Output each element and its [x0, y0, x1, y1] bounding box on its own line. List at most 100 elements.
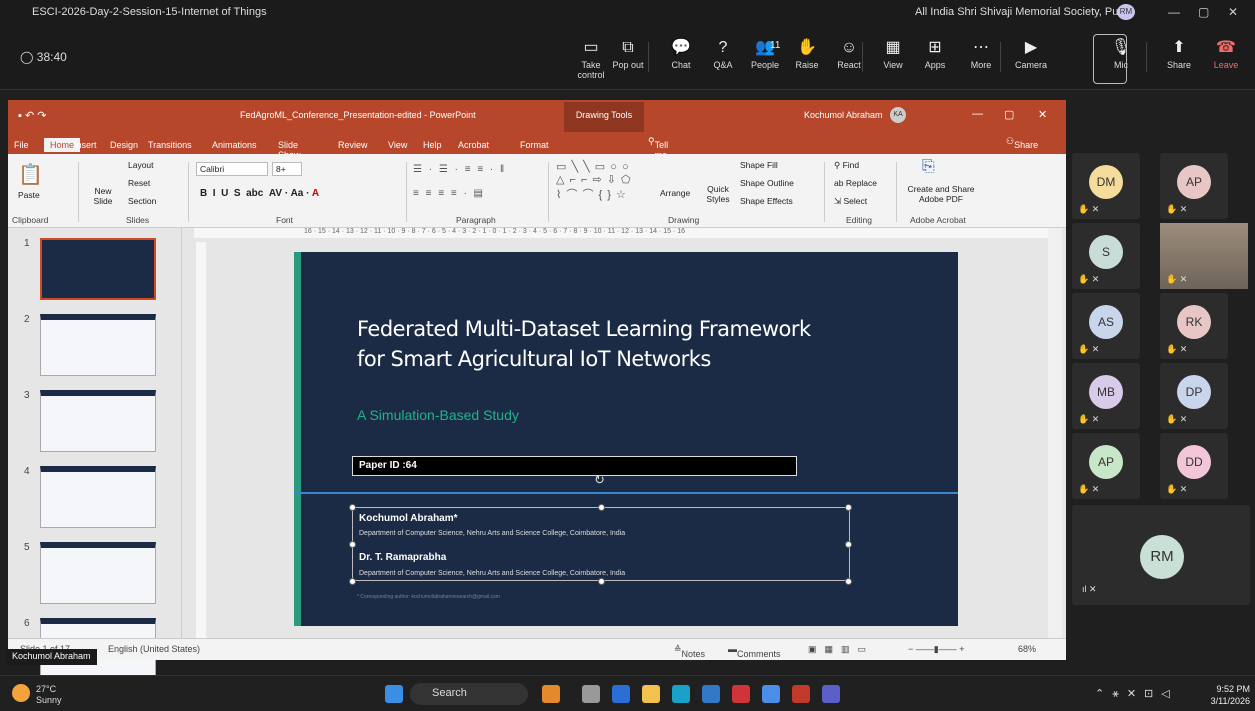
slide-thumbnail[interactable]	[40, 238, 156, 300]
weather-widget[interactable]: 27°C Sunny	[36, 684, 62, 706]
minimize-icon[interactable]: —	[1168, 5, 1180, 19]
tab-animations[interactable]: Animations	[212, 140, 257, 150]
participant-tile[interactable]: DP ✋ ✕	[1160, 363, 1228, 429]
shape-fill-button[interactable]: Shape Fill	[740, 160, 778, 170]
tab-format[interactable]: Format	[520, 140, 549, 150]
authors-textbox[interactable]: Kochumol Abraham* Department of Computer…	[349, 504, 852, 585]
slide-title[interactable]: Federated Multi-Dataset Learning Framewo…	[357, 314, 877, 374]
share-button[interactable]: ⬆ Share	[1158, 38, 1200, 70]
tab-view[interactable]: View	[388, 140, 407, 150]
slide-canvas[interactable]: Federated Multi-Dataset Learning Framewo…	[294, 252, 958, 626]
tab-design[interactable]: Design	[110, 140, 138, 150]
layout-button[interactable]: Layout	[128, 160, 154, 170]
create-pdf-button[interactable]: Create and Share Adobe PDF	[903, 184, 979, 204]
new-slide-button[interactable]: New Slide	[88, 186, 118, 206]
participant-tile[interactable]: AP ✋ ✕	[1160, 153, 1228, 219]
slide-thumbnail[interactable]	[40, 466, 156, 528]
slide-thumbnail[interactable]	[40, 542, 156, 604]
participant-tile[interactable]: MB ✋ ✕	[1072, 363, 1140, 429]
calendar-icon[interactable]	[702, 685, 720, 703]
teams-icon[interactable]	[822, 685, 840, 703]
font-name-select[interactable]: Calibri	[196, 162, 268, 176]
slide-thumbnail[interactable]	[40, 390, 156, 452]
zoom-slider[interactable]: − ——▮—— +	[908, 644, 964, 655]
raise-button[interactable]: ✋ Raise	[786, 38, 828, 70]
mic-button-outline[interactable]	[1093, 34, 1127, 84]
chrome-icon[interactable]	[762, 685, 780, 703]
taskbar-search[interactable]: Search	[410, 683, 528, 705]
tell-me-input[interactable]: ⚲ Tell me what you want to do	[648, 136, 674, 210]
resize-handle[interactable]	[349, 578, 356, 585]
participant-tile[interactable]: AP ✋ ✕	[1072, 433, 1140, 499]
find-button[interactable]: ⚲ Find	[834, 160, 859, 171]
resize-handle[interactable]	[349, 504, 356, 511]
shape-effects-button[interactable]: Shape Effects	[740, 196, 793, 206]
reset-button[interactable]: Reset	[128, 178, 150, 188]
notes-button[interactable]: ≙ Notes	[674, 644, 705, 659]
language-indicator[interactable]: English (United States)	[108, 644, 200, 654]
arrange-button[interactable]: Arrange	[660, 188, 690, 198]
resize-handle[interactable]	[845, 504, 852, 511]
task-view-icon[interactable]	[582, 685, 600, 703]
resize-handle[interactable]	[598, 504, 605, 511]
take-control-button[interactable]: ▭ Take control	[570, 38, 612, 80]
app-icon-l[interactable]	[732, 685, 750, 703]
participant-tile[interactable]: ✋ ✕	[1160, 223, 1248, 289]
react-button[interactable]: ☺ React	[828, 38, 870, 70]
apps-button[interactable]: ⊞ Apps	[914, 38, 956, 70]
shapes-gallery[interactable]: ▭ ╲ ╲ ▭ ○ ○ △ ⌐ ⌐ ⇨ ⇩ ⬠ ⌇ ⌒ ⌒ { } ☆	[556, 160, 632, 202]
widget-icon[interactable]	[542, 685, 560, 703]
replace-button[interactable]: ab Replace	[834, 178, 877, 188]
ppt-minimize-icon[interactable]: —	[972, 108, 983, 120]
participant-tile[interactable]: S ✋ ✕	[1072, 223, 1140, 289]
close-icon[interactable]: ✕	[1228, 5, 1238, 19]
pop-out-button[interactable]: ⧉ Pop out	[607, 38, 649, 70]
weather-icon[interactable]	[12, 684, 30, 702]
participant-tile[interactable]: DD ✋ ✕	[1160, 433, 1228, 499]
chat-button[interactable]: 💬 Chat	[660, 38, 702, 70]
comments-button[interactable]: ▬ Comments	[728, 644, 781, 659]
font-format-buttons[interactable]: B I U S abc AV · Aa · A	[200, 188, 319, 199]
shield-icon[interactable]	[792, 685, 810, 703]
more-button[interactable]: ⋯ More	[960, 38, 1002, 70]
tab-file[interactable]: File	[14, 140, 29, 150]
copilot-icon[interactable]	[612, 685, 630, 703]
participant-tile[interactable]: DM ✋ ✕	[1072, 153, 1140, 219]
system-tray-icons[interactable]: ⌃⚹✕⊡◁	[1095, 687, 1178, 701]
tab-transitions[interactable]: Transitions	[148, 140, 192, 150]
restore-icon[interactable]: ▢	[1198, 5, 1209, 19]
slide-subtitle[interactable]: A Simulation-Based Study	[357, 407, 519, 423]
resize-handle[interactable]	[845, 541, 852, 548]
edge-icon[interactable]	[672, 685, 690, 703]
paste-button[interactable]: Paste	[18, 190, 40, 200]
paragraph-buttons[interactable]: ☰ · ☰ · ≡ ≡ · ‖	[413, 164, 506, 175]
resize-handle[interactable]	[845, 578, 852, 585]
ppt-close-icon[interactable]: ✕	[1038, 108, 1047, 121]
slide-thumbnails[interactable]: 1 2 3 4 5 6	[8, 228, 182, 680]
font-size-select[interactable]: 8+	[272, 162, 302, 176]
rotate-handle-icon[interactable]: ↻	[594, 472, 605, 488]
select-button[interactable]: ⇲ Select	[834, 196, 867, 207]
leave-button[interactable]: ☎ Leave	[1205, 38, 1247, 70]
save-icon[interactable]: ▪ ↶ ↷	[18, 109, 46, 122]
camera-button[interactable]: ▶ Camera	[1010, 38, 1052, 70]
shape-outline-button[interactable]: Shape Outline	[740, 178, 794, 188]
share-button[interactable]: ⚇ Share	[1006, 136, 1038, 150]
paste-icon[interactable]: 📋	[18, 162, 43, 187]
tab-acrobat[interactable]: Acrobat	[458, 140, 489, 150]
start-icon[interactable]	[385, 685, 403, 703]
align-buttons[interactable]: ≡ ≡ ≡ ≡ · ▤	[413, 188, 485, 199]
slide-thumbnail[interactable]	[40, 314, 156, 376]
participant-tile[interactable]: RK ✋ ✕	[1160, 293, 1228, 359]
account-avatar[interactable]: RM	[1117, 4, 1135, 20]
ppt-user-avatar[interactable]: KA	[890, 107, 906, 123]
clock[interactable]: 9:52 PM 3/11/2026	[1206, 683, 1250, 707]
participant-tile[interactable]: AS ✋ ✕	[1072, 293, 1140, 359]
tab-review[interactable]: Review	[338, 140, 368, 150]
participant-tile-large[interactable]: RM ıl ✕	[1072, 505, 1250, 605]
file-explorer-icon[interactable]	[642, 685, 660, 703]
ppt-restore-icon[interactable]: ▢	[1004, 108, 1014, 121]
tab-insert[interactable]: Insert	[74, 140, 97, 150]
quick-styles-button[interactable]: Quick Styles	[701, 184, 735, 204]
resize-handle[interactable]	[349, 541, 356, 548]
